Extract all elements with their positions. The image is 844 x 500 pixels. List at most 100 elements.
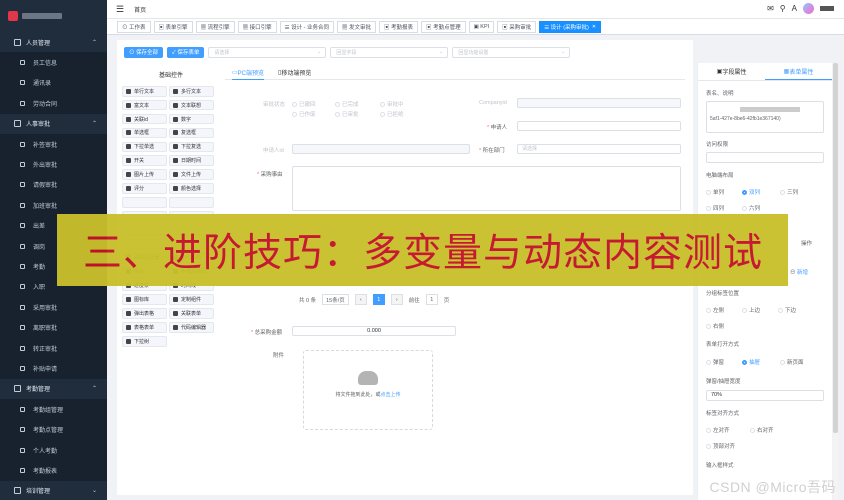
tab-field-props[interactable]: ▣ 字段属性 [698,63,765,80]
username-redacted[interactable] [820,6,834,11]
layout-opt[interactable]: 三列 [780,188,798,196]
select-1[interactable]: 请选择 ⌄ [208,46,327,58]
amount-input[interactable]: 0.000 [292,326,456,336]
palette-item[interactable]: 单行文本 [122,86,167,97]
select-2[interactable]: 回显字段 ⌄ [330,46,449,58]
status-opt[interactable]: 审批中 [380,100,404,108]
tag-tab[interactable]: ▦ 流程引擎 [195,20,235,33]
palette-item[interactable]: 颜色选择 [169,183,214,194]
sidebar-item[interactable]: 外出审批 [0,154,107,175]
pos-opt[interactable]: 下边 [778,306,796,314]
scrollbar-thumb[interactable] [833,63,838,433]
tag-tab[interactable]: ▣ 表单引擎 [153,20,193,33]
layout-opt-selected[interactable]: 双列 [742,188,760,196]
upload-dropzone[interactable]: 将文件拖到此处，或点击上传 [303,350,433,430]
page-size-select[interactable]: 15条/页 [322,294,349,305]
pos-opt[interactable]: 上边 [742,306,760,314]
dept-select[interactable]: 请选择 [517,144,681,154]
sidebar-item[interactable]: 员工信息 [0,52,107,73]
chat-icon[interactable]: ✉ [767,4,774,13]
palette-item[interactable]: 富文本 [122,99,167,111]
align-opt[interactable]: 顶部对齐 [706,442,735,450]
tab-mobile-preview[interactable]: ▯ 移动端预览 [278,66,311,80]
palette-item[interactable]: 数字 [169,113,214,125]
palette-item[interactable] [169,197,214,208]
sidebar-item[interactable]: 考勤报表 [0,460,107,481]
open-opt-selected[interactable]: 抽屉 [742,358,760,366]
status-opt[interactable]: 已撤回 [292,100,316,108]
palette-item[interactable]: 图片上传 [122,169,167,180]
tag-tab[interactable]: ☰ 设计 (采购审批) ✕ [539,20,602,33]
prev-page-button[interactable]: ‹ [354,294,367,305]
page-number[interactable]: 1 [372,294,385,305]
palette-item[interactable]: 图标库 [122,294,167,305]
sidebar-item[interactable]: 劳动合同 [0,93,107,114]
tag-tab[interactable]: ▣ KPI [468,20,495,33]
sidebar-item[interactable]: 补贴申请 [0,358,107,379]
breadcrumb[interactable]: 首页 [134,5,146,14]
palette-item[interactable]: 下拉单选 [122,141,167,153]
palette-item[interactable]: 评分 [122,183,167,194]
palette-item[interactable]: 关联id [122,113,167,125]
palette-item[interactable]: 单选框 [122,127,167,139]
open-opt[interactable]: 新页面 [780,358,804,366]
open-opt[interactable]: 弹窗 [706,358,724,366]
sidebar-item[interactable]: 培训管理 ⌄ [0,481,107,500]
sidebar-item[interactable]: 补签审批 [0,133,107,155]
reason-textarea[interactable] [292,166,681,211]
save-form-button[interactable]: ✓ 保存表单 [167,46,205,58]
avatar[interactable] [803,3,814,14]
select-3[interactable]: 回显功能设置 ⌄ [452,46,571,58]
align-opt[interactable]: 左对齐 [706,426,730,434]
sidebar-item[interactable]: 考勤管理 ⌃ [0,379,107,399]
layout-opt[interactable]: 四列 [706,204,724,212]
layout-opt[interactable]: 单列 [706,188,724,196]
pos-opt[interactable]: 左侧 [706,306,724,314]
tag-tab[interactable]: ▦ 接口引擎 [237,20,277,33]
applicant-id-input[interactable] [292,144,470,154]
palette-item[interactable] [122,197,167,208]
palette-item[interactable]: 文件上传 [169,169,214,180]
sidebar-item[interactable]: 离职审批 [0,317,107,338]
sidebar-item[interactable]: 采用审批 [0,297,107,318]
palette-item[interactable]: 代码编辑器 [169,322,214,333]
status-opt[interactable]: 已审批 [335,110,359,118]
goto-input[interactable]: 1 [425,294,438,305]
tag-tab[interactable]: ▣ 采购审批 [497,20,537,33]
sidebar-item[interactable]: 转正审批 [0,337,107,359]
sidebar-item[interactable]: 考勤点管理 [0,419,107,440]
palette-item[interactable]: 文本联想 [169,99,214,111]
tag-tab[interactable]: ☰ 设计 - 业务合同 [279,20,334,33]
tag-tab[interactable]: ⊙ 工作表 [117,20,151,33]
sidebar-item[interactable]: 人事审批 ⌃ [0,114,107,134]
palette-item[interactable]: 下拉树 [122,336,167,347]
applicant-input[interactable] [517,121,681,131]
layout-opt[interactable]: 六列 [742,204,760,212]
palette-item[interactable]: 多行文本 [169,86,214,97]
tab-form-props[interactable]: ▦ 表单属性 [765,63,832,80]
table-name-box[interactable]: 5af1-427e-8be6-42fb1e367140) [706,101,824,133]
next-page-button[interactable]: › [390,294,403,305]
status-opt[interactable]: 已作废 [292,110,316,118]
properties-scrollbar[interactable] [833,63,838,500]
upload-link[interactable]: 点击上传 [381,392,401,398]
palette-item[interactable]: 弹出表格 [122,308,167,319]
palette-item[interactable]: 定制组件 [169,294,214,305]
access-select[interactable] [706,152,824,163]
status-opt[interactable]: 已完成 [335,100,359,108]
translate-icon[interactable]: A [792,4,797,13]
sidebar-item[interactable]: 通讯录 [0,72,107,94]
palette-item[interactable]: 复选框 [169,127,214,139]
sidebar-item[interactable]: 请假审批 [0,174,107,196]
palette-item[interactable]: 关联表单 [169,308,214,319]
palette-item[interactable]: 日期时间 [169,155,214,166]
close-icon[interactable]: ✕ [592,24,596,30]
sidebar-item[interactable]: 个人考勤 [0,439,107,461]
tab-pc-preview[interactable]: ▭ PC端预览 [232,66,265,80]
palette-item[interactable]: 表格表单 [122,322,167,333]
sidebar-item[interactable]: 考勤组管理 [0,399,107,420]
add-link[interactable]: ⊖ 新增 [790,268,808,276]
status-opt[interactable]: 已拒绝 [380,110,404,118]
sidebar-item[interactable]: 人员管理 ⌃ [0,32,107,52]
search-icon[interactable]: ⚲ [780,4,786,13]
